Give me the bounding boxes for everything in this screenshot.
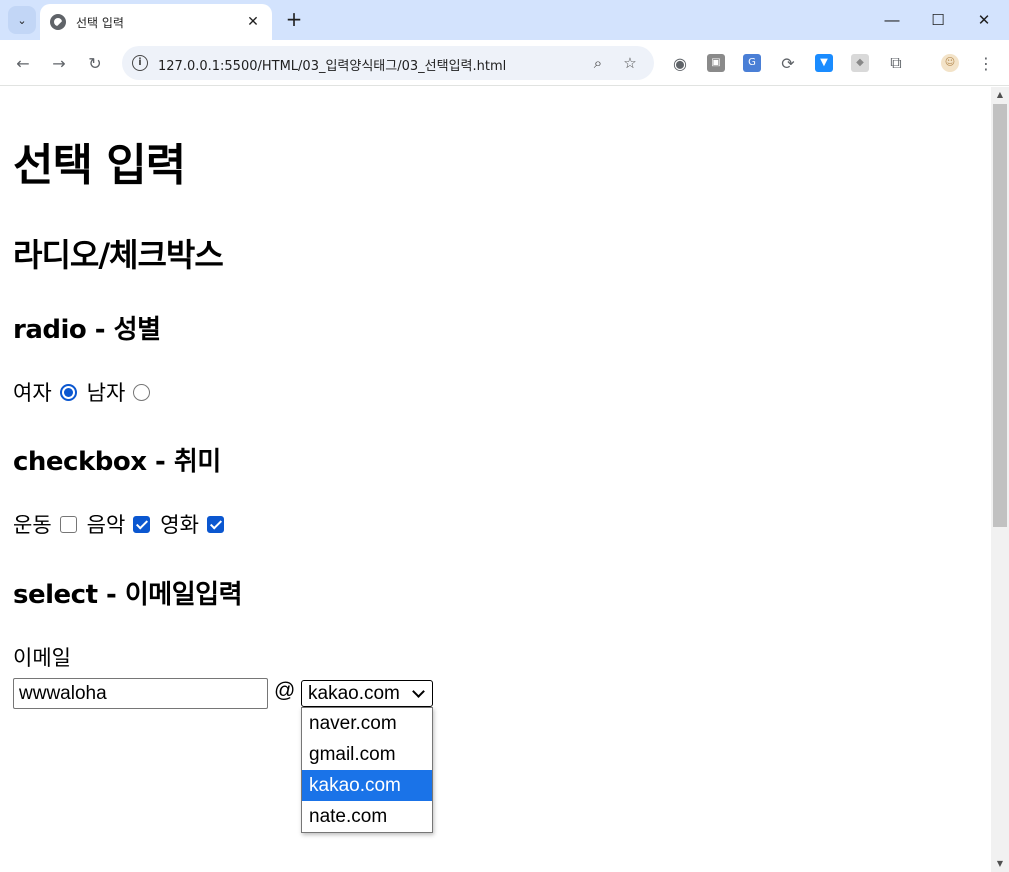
email-domain-dropdown: naver.com gmail.com kakao.com nate.com <box>301 707 433 833</box>
scroll-down-icon[interactable]: ▼ <box>991 856 1009 872</box>
sync-extension-icon[interactable]: ⟳ <box>776 51 800 75</box>
screenshot-extension-icon[interactable]: ▣ <box>707 54 725 72</box>
dropdown-option[interactable]: nate.com <box>302 801 432 832</box>
page-title: 선택 입력 <box>13 140 186 191</box>
email-id-input[interactable] <box>13 678 268 709</box>
at-sign: @ <box>274 679 296 702</box>
select-value: kakao.com <box>308 682 400 704</box>
new-tab-button[interactable]: + <box>282 8 306 32</box>
checkbox-label-movie: 영화 <box>160 513 199 537</box>
reload-icon[interactable]: ↻ <box>83 51 107 75</box>
radio-heading: radio - 성별 <box>13 315 161 345</box>
radio-male[interactable] <box>133 383 151 401</box>
checkbox-movie[interactable] <box>206 515 224 533</box>
radio-female[interactable] <box>59 383 77 401</box>
browser-tab[interactable]: 선택 입력 ✕ <box>40 4 272 40</box>
tab-search-button[interactable]: ⌄ <box>8 6 36 34</box>
url-text[interactable]: 127.0.0.1:5500/HTML/03_입력양식태그/03_선택입력.ht… <box>158 55 506 74</box>
camera-icon[interactable]: ◉ <box>668 51 692 75</box>
dropdown-option-selected[interactable]: kakao.com <box>302 770 432 801</box>
hobby-checkbox-group: 운동 음악 영화 <box>13 509 234 539</box>
back-icon[interactable]: ← <box>11 51 35 75</box>
checkbox-exercise[interactable] <box>59 515 77 533</box>
tab-strip: ⌄ 선택 입력 ✕ + ― ☐ ✕ <box>0 0 1009 40</box>
checkbox-label-exercise: 운동 <box>13 513 52 537</box>
translate-extension-icon[interactable]: G <box>743 54 761 72</box>
extensions-puzzle-icon[interactable]: ⧉ <box>884 51 908 75</box>
more-menu-icon[interactable]: ⋮ <box>974 51 998 75</box>
tab-title: 선택 입력 <box>76 15 124 30</box>
extension-icon[interactable]: ◆ <box>851 54 869 72</box>
email-domain-select[interactable]: kakao.com <box>301 680 433 707</box>
globe-icon <box>50 14 66 30</box>
download-extension-icon[interactable]: ▼ <box>815 54 833 72</box>
browser-toolbar: ← → ↻ i 127.0.0.1:5500/HTML/03_입력양식태그/03… <box>0 40 1009 86</box>
radio-label-male: 남자 <box>86 381 126 405</box>
close-window-button[interactable]: ✕ <box>961 0 1007 40</box>
radio-label-female: 여자 <box>13 381 52 405</box>
address-bar[interactable]: i 127.0.0.1:5500/HTML/03_입력양식태그/03_선택입력.… <box>122 46 654 80</box>
chevron-down-icon: ⌄ <box>17 13 27 27</box>
gender-radio-group: 여자 남자 <box>13 377 160 407</box>
section-title: 라디오/체크박스 <box>13 236 224 274</box>
scroll-up-icon[interactable]: ▲ <box>991 87 1009 103</box>
scroll-thumb[interactable] <box>993 104 1007 527</box>
bookmark-star-icon[interactable]: ☆ <box>620 53 640 73</box>
vertical-scrollbar[interactable]: ▲ ▼ <box>991 87 1009 872</box>
checkbox-music[interactable] <box>133 515 151 533</box>
forward-icon[interactable]: → <box>47 51 71 75</box>
page-viewport: 선택 입력 라디오/체크박스 radio - 성별 여자 남자 checkbox… <box>0 87 991 872</box>
minimize-button[interactable]: ― <box>869 0 915 40</box>
checkbox-label-music: 음악 <box>86 513 126 537</box>
site-info-icon[interactable]: i <box>132 55 148 71</box>
chevron-down-icon <box>412 684 425 698</box>
select-heading: select - 이메일입력 <box>13 580 243 610</box>
dropdown-option[interactable]: naver.com <box>302 708 432 739</box>
checkbox-heading: checkbox - 취미 <box>13 447 221 477</box>
email-label: 이메일 <box>13 646 71 670</box>
dropdown-option[interactable]: gmail.com <box>302 739 432 770</box>
close-tab-icon[interactable]: ✕ <box>244 14 262 30</box>
maximize-button[interactable]: ☐ <box>915 0 961 40</box>
profile-avatar[interactable]: ☺ <box>941 54 959 72</box>
zoom-icon[interactable]: ⌕ <box>588 53 608 73</box>
